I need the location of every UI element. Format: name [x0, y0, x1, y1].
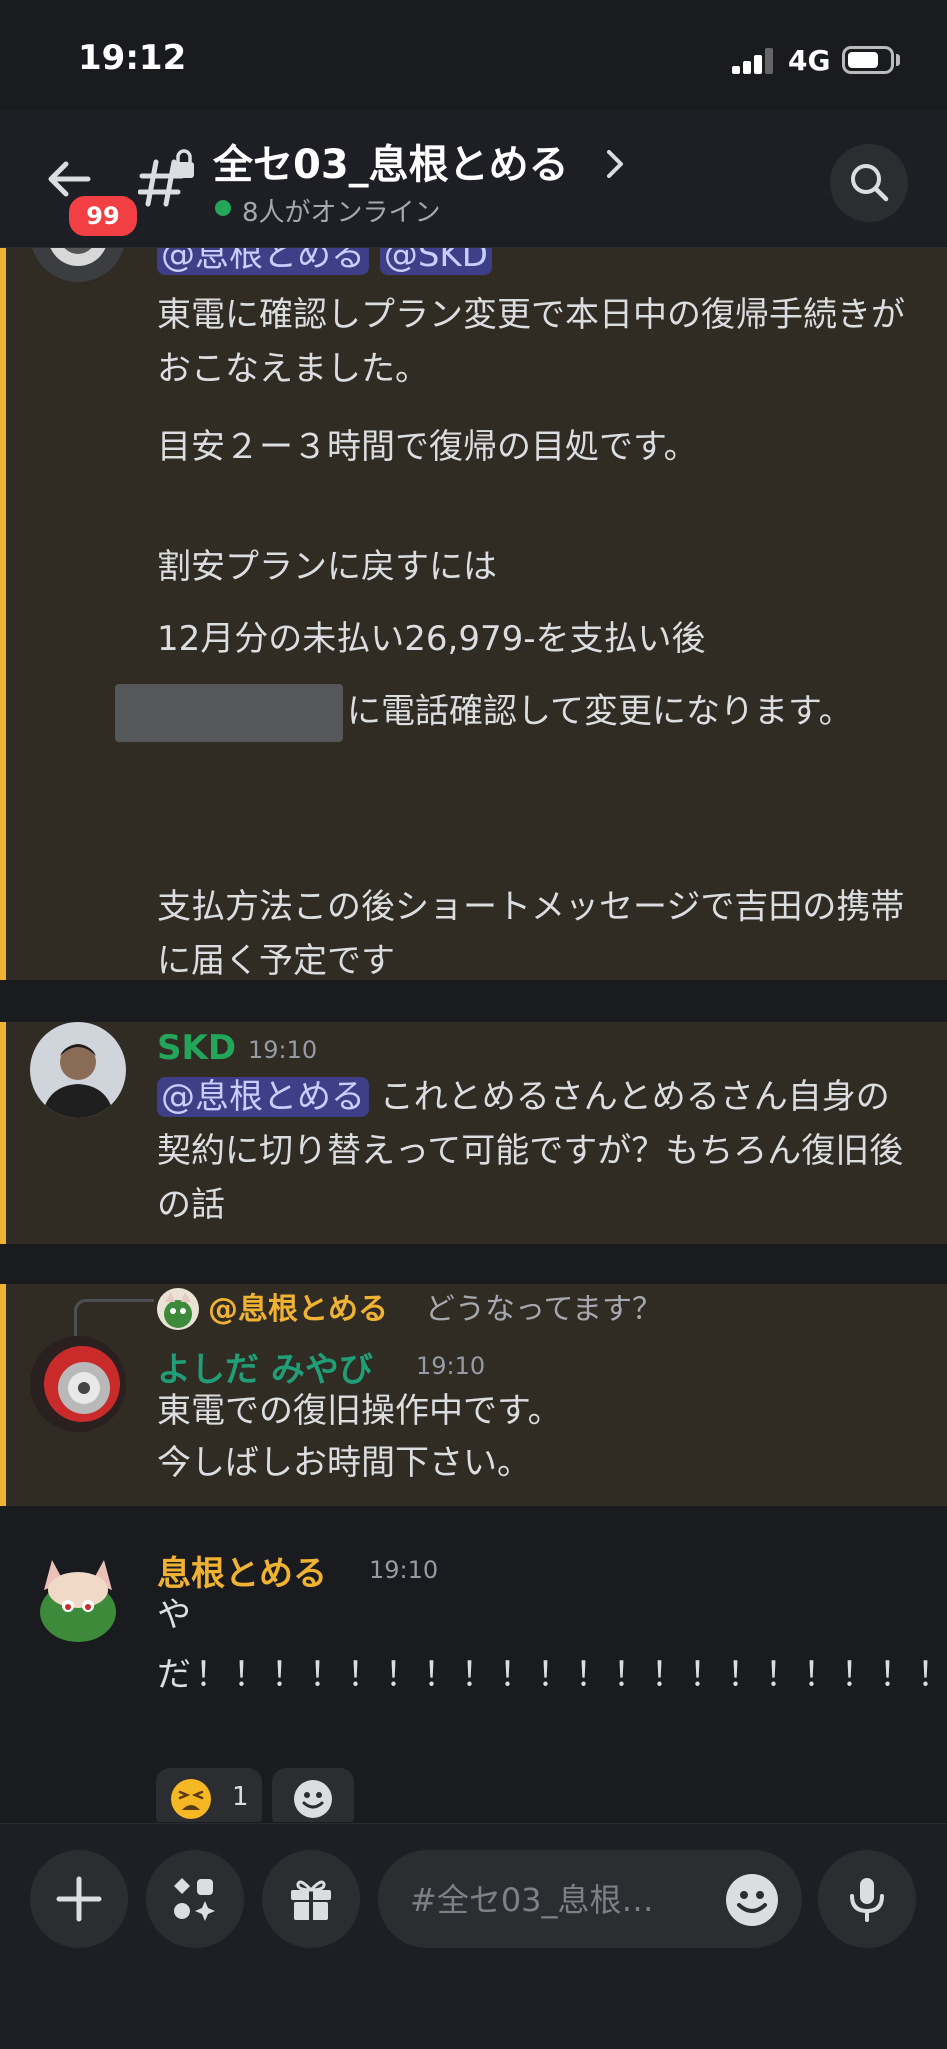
- emoji-icon[interactable]: [724, 1872, 780, 1928]
- message-input[interactable]: [408, 1872, 722, 1928]
- search-button[interactable]: [830, 144, 908, 222]
- channel-title[interactable]: 全セ03_息根とめる: [213, 132, 569, 190]
- message-text: 今しばしお時間下さい。: [157, 1443, 531, 1483]
- message-text: 割安プランに戻すには: [157, 547, 497, 587]
- plus-icon: [56, 1876, 102, 1922]
- apps-icon: [174, 1878, 215, 1921]
- signal-icon: [732, 46, 776, 74]
- reaction-tired-face[interactable]: 1: [156, 1768, 262, 1822]
- timestamp: 19:10: [369, 1556, 439, 1584]
- add-reaction-button[interactable]: [272, 1768, 354, 1822]
- online-count: 8人がオンライン: [242, 198, 441, 228]
- message-list[interactable]: @息根とめる @SKD 東電に確認しプラン変更で本日中の復帰手続きがおこなえまし…: [0, 248, 947, 1822]
- gift-button[interactable]: [262, 1850, 360, 1948]
- message-input-container: [378, 1850, 802, 1948]
- clock: 19:12: [78, 38, 187, 78]
- unread-badge: 99: [65, 192, 141, 240]
- reaction-count: 1: [232, 1782, 249, 1812]
- timestamp: 19:10: [248, 1036, 318, 1064]
- reply-username[interactable]: @息根とめる: [208, 1284, 388, 1328]
- message-text: 目安２ー３時間で復帰の目処です。: [157, 427, 698, 467]
- battery-icon: [842, 46, 894, 74]
- message-text: 12月分の未払い26,979-を支払い後: [157, 619, 706, 659]
- channel-header: 99 全セ03_息根とめる 8人がオンライン: [0, 110, 947, 248]
- message-text: @息根とめる これとめるさんとめるさん自身の契約に切り替えって可能ですが？もちろ…: [157, 1077, 904, 1225]
- search-icon: [851, 164, 889, 202]
- gift-icon: [291, 1880, 331, 1920]
- avatar-skd[interactable]: [30, 1022, 126, 1118]
- mention-skd[interactable]: @SKD: [379, 248, 492, 275]
- mention-ikine[interactable]: @息根とめる: [157, 248, 369, 275]
- message-mentions: @息根とめる @SKD: [157, 248, 917, 282]
- voice-message-button[interactable]: [818, 1850, 916, 1948]
- status-bar: 19:12 4G: [0, 0, 947, 110]
- emoji-icon: [294, 1780, 332, 1818]
- composer-bar: [0, 1823, 947, 2049]
- hash-lock-icon: [138, 149, 194, 207]
- mention-ikine[interactable]: @息根とめる: [157, 1077, 369, 1117]
- chevron-right-icon[interactable]: [604, 144, 626, 184]
- avatar-yoshida[interactable]: [30, 1336, 126, 1432]
- timestamp: 19:10: [416, 1352, 486, 1380]
- network-label: 4G: [788, 44, 831, 77]
- add-attachment-button[interactable]: [30, 1850, 128, 1948]
- username[interactable]: SKD: [157, 1028, 236, 1068]
- message-text: だ！！！！！！！！！！！！！！！！！！！！！！！！！！: [157, 1655, 947, 1695]
- message-text: 東電での復旧操作中です。: [157, 1391, 562, 1431]
- microphone-icon: [850, 1878, 884, 1922]
- online-status-dot: [215, 200, 231, 216]
- avatar-ikine[interactable]: [30, 1550, 126, 1646]
- reply-avatar: [157, 1288, 199, 1330]
- message-text: や: [157, 1595, 191, 1635]
- message-text: 東電に確認しプラン変更で本日中の復帰手続きがおこなえました。: [157, 295, 905, 389]
- reply-connector: [74, 1299, 154, 1337]
- message-text-redacted: に電話確認して変更になります。: [115, 684, 917, 742]
- redacted-block: [115, 684, 343, 742]
- reply-preview[interactable]: どうなってます？: [425, 1284, 662, 1328]
- apps-button[interactable]: [146, 1850, 244, 1948]
- message-text: 支払方法この後ショートメッセージで吉田の携帯に届く予定です: [157, 887, 905, 981]
- tired-face-icon: [171, 1779, 211, 1819]
